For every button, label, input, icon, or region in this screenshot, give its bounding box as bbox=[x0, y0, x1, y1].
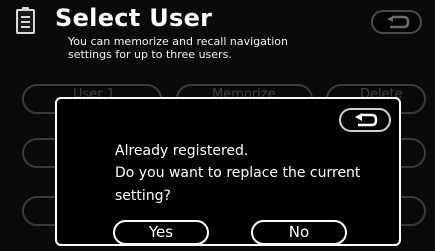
document-icon bbox=[16, 7, 35, 34]
dialog-back-button[interactable] bbox=[339, 108, 391, 132]
no-button[interactable]: No bbox=[251, 220, 347, 245]
dialog-message-line-2: Do you want to replace the current bbox=[115, 165, 361, 181]
back-button[interactable] bbox=[371, 10, 422, 34]
return-arrow-icon bbox=[386, 15, 409, 29]
page-title: Select User bbox=[55, 4, 213, 32]
confirm-dialog: Already registered. Do you want to repla… bbox=[55, 97, 401, 246]
dialog-message-line-1: Already registered. bbox=[115, 143, 249, 159]
dialog-message-line-3: setting? bbox=[115, 188, 171, 204]
page-subtitle: You can memorize and recall navigation s… bbox=[68, 35, 288, 61]
select-user-screen: Select User You can memorize and recall … bbox=[0, 0, 435, 251]
yes-button[interactable]: Yes bbox=[113, 220, 209, 245]
return-arrow-icon bbox=[355, 113, 378, 127]
